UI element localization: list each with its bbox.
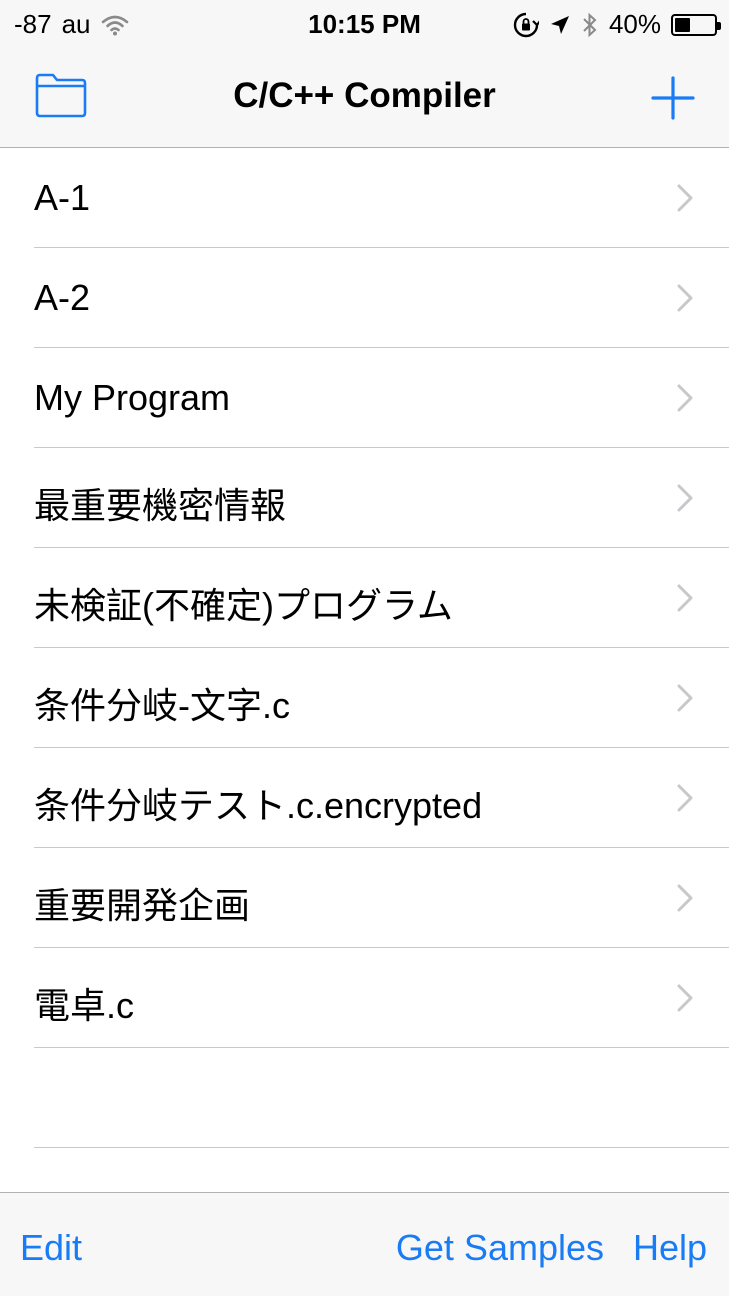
file-name: 条件分岐テスト.c.encrypted xyxy=(34,785,483,826)
chevron-right-icon xyxy=(677,684,693,712)
plus-icon[interactable] xyxy=(651,76,695,120)
file-list: A-1 A-2 My Program 最重要機密情報 未検証(不確定)プログラム… xyxy=(0,148,729,1048)
chevron-right-icon xyxy=(677,384,693,412)
battery-nub xyxy=(717,21,721,30)
battery-fill xyxy=(675,17,690,32)
bluetooth-icon xyxy=(583,12,597,37)
chevron-right-icon xyxy=(677,484,693,512)
file-name: My Program xyxy=(34,377,231,418)
status-bar: -87 au 10:15 PM 40% xyxy=(0,0,729,48)
chevron-right-icon xyxy=(677,784,693,812)
file-row[interactable]: 重要開発企画 xyxy=(0,848,729,948)
status-right: 40% xyxy=(513,9,721,40)
file-row[interactable]: 条件分岐テスト.c.encrypted xyxy=(0,748,729,848)
orientation-lock-icon xyxy=(513,12,539,37)
chevron-right-icon xyxy=(677,184,693,212)
file-row[interactable]: 未検証(不確定)プログラム xyxy=(0,548,729,648)
chevron-right-icon xyxy=(677,884,693,912)
battery-percent: 40% xyxy=(608,9,661,39)
nav-bar: C/C++ Compiler xyxy=(0,48,729,148)
get-samples-button[interactable]: Get Samples xyxy=(396,1227,604,1269)
file-name: 重要開発企画 xyxy=(34,885,251,926)
file-name: A-1 xyxy=(34,177,91,218)
bottom-toolbar: Edit Get Samples Help xyxy=(0,1192,729,1296)
file-name: 最重要機密情報 xyxy=(34,485,287,526)
chevron-right-icon xyxy=(677,984,693,1012)
empty-row-separator xyxy=(34,1147,729,1148)
file-name: 未検証(不確定)プログラム xyxy=(34,585,453,626)
file-row[interactable]: 電卓.c xyxy=(0,948,729,1048)
battery-icon xyxy=(671,13,721,36)
file-row[interactable]: 条件分岐-文字.c xyxy=(0,648,729,748)
location-arrow-icon xyxy=(550,15,569,34)
page-title: C/C++ Compiler xyxy=(233,76,496,115)
chevron-right-icon xyxy=(677,584,693,612)
file-name: A-2 xyxy=(34,277,91,318)
app-screen: -87 au 10:15 PM 40% C/C++ Compiler A-1 A… xyxy=(0,0,729,1296)
file-row[interactable]: My Program xyxy=(0,348,729,448)
file-row[interactable]: 最重要機密情報 xyxy=(0,448,729,548)
help-button[interactable]: Help xyxy=(633,1227,707,1269)
file-name: 条件分岐-文字.c xyxy=(34,685,290,726)
chevron-right-icon xyxy=(677,284,693,312)
file-name: 電卓.c xyxy=(34,985,135,1026)
file-row[interactable]: A-2 xyxy=(0,248,729,348)
file-row[interactable]: A-1 xyxy=(0,148,729,248)
edit-button[interactable]: Edit xyxy=(20,1227,82,1269)
